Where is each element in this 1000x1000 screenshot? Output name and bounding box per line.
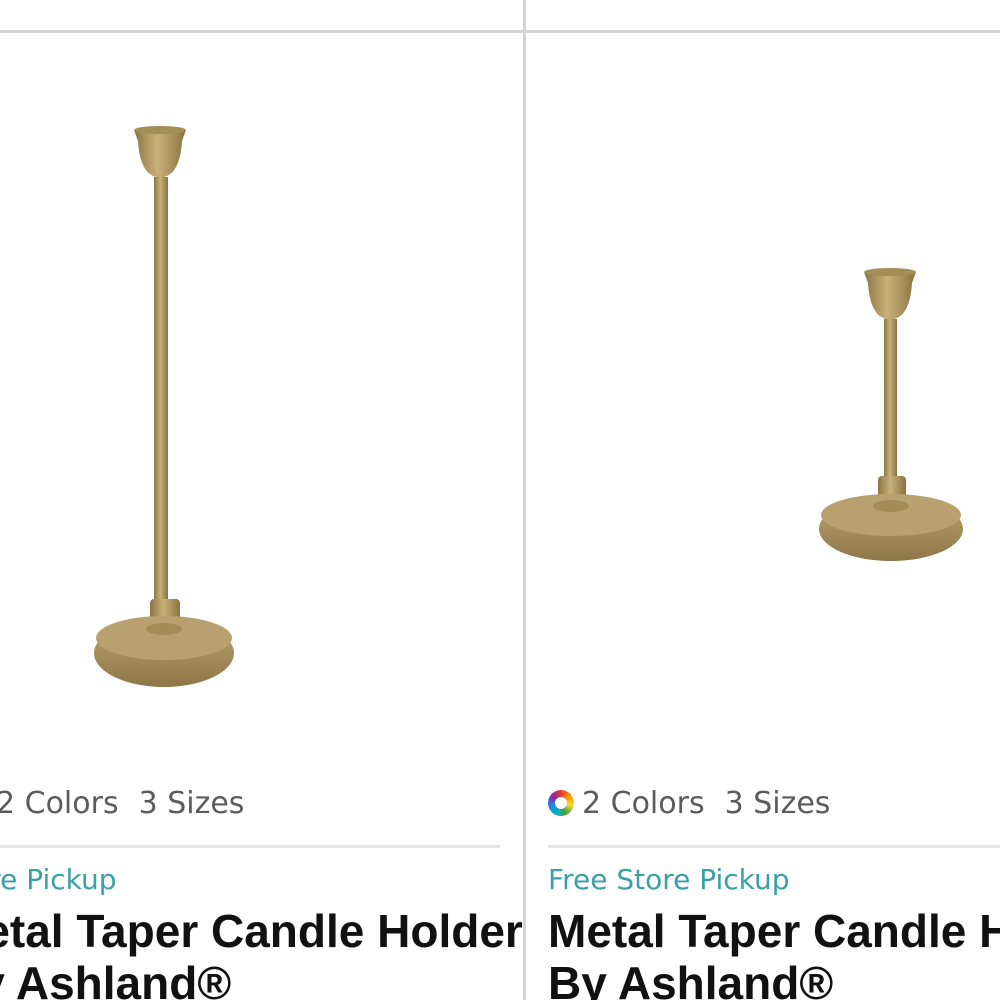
- colors-count[interactable]: 2 Colors: [0, 786, 119, 821]
- product-title-link[interactable]: Metal Taper Candle Holder By Ashland®: [0, 905, 523, 1000]
- color-wheel-icon: [548, 790, 574, 816]
- product-card-1[interactable]: 2 Colors 3 Sizes Free Store Pickup Metal…: [0, 33, 523, 1000]
- product-title-line-1: Metal Taper Candle Holder: [548, 905, 1000, 957]
- store-pickup-label: Free Store Pickup: [0, 863, 117, 896]
- product-title-line-1: Metal Taper Candle Holder: [0, 905, 523, 957]
- variant-options: 2 Colors 3 Sizes: [548, 781, 830, 825]
- product-image-short-candle-holder[interactable]: [526, 33, 1000, 753]
- product-title-line-2: By Ashland®: [548, 957, 834, 1000]
- variant-options: 2 Colors 3 Sizes: [0, 781, 244, 825]
- sizes-count[interactable]: 3 Sizes: [139, 786, 245, 821]
- sizes-count[interactable]: 3 Sizes: [725, 786, 831, 821]
- product-card-2[interactable]: 2 Colors 3 Sizes Free Store Pickup Metal…: [526, 33, 1000, 1000]
- product-title-link[interactable]: Metal Taper Candle Holder By Ashland®: [548, 905, 1000, 1000]
- product-title-line-2: By Ashland®: [0, 957, 232, 1000]
- product-image-tall-candle-holder[interactable]: [0, 33, 523, 753]
- store-pickup-label: Free Store Pickup: [548, 863, 790, 896]
- candle-holder-tall-icon: [94, 126, 234, 687]
- card-divider: [548, 845, 1000, 848]
- candle-holder-short-icon: [819, 268, 963, 561]
- card-divider: [0, 845, 500, 848]
- product-grid: 2 Colors 3 Sizes Free Store Pickup Metal…: [0, 0, 1000, 1000]
- colors-count[interactable]: 2 Colors: [582, 786, 705, 821]
